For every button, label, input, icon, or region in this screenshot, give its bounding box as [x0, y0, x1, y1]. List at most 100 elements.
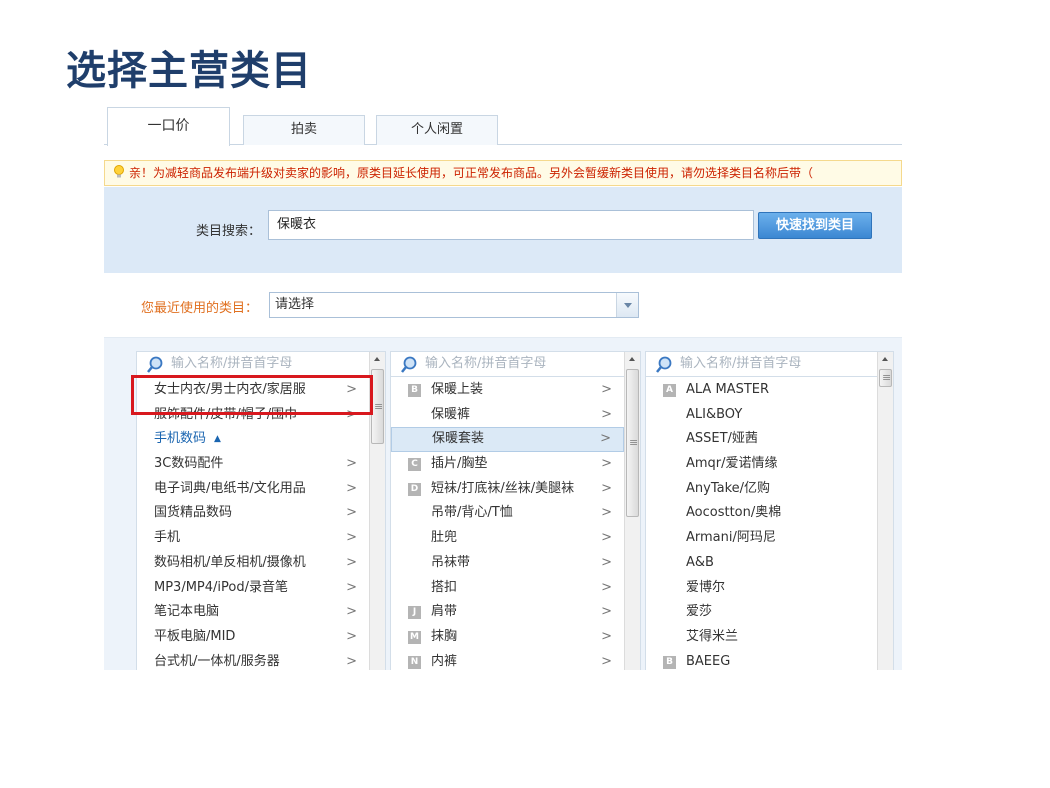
scroll-up-icon[interactable] [625, 352, 640, 367]
highlight-annotation-box [131, 375, 373, 415]
chevron-right-icon: > [600, 431, 611, 447]
list-item[interactable]: 保暖裤 > [391, 403, 624, 428]
chevron-right-icon: > [346, 530, 357, 546]
letter-badge: D [408, 482, 421, 496]
scrollbar-thumb[interactable] [626, 369, 639, 517]
chevron-right-icon: > [601, 480, 612, 496]
lightbulb-icon [114, 165, 124, 178]
list-item[interactable]: Aocostton/奥棉 [646, 501, 877, 526]
letter-badge: A [663, 384, 676, 397]
tab-personal-idle[interactable]: 个人闲置 [376, 115, 498, 145]
list-item[interactable]: 艾得米兰 [646, 625, 877, 650]
list-item[interactable]: A ALA MASTER [646, 378, 877, 403]
chevron-right-icon: > [601, 604, 612, 620]
column-2-filter-input[interactable]: 输入名称/拼音首字母 [391, 352, 624, 377]
notice-text: 亲！为减轻商品发布端升级对卖家的影响，原类目延长使用，可正常发布商品。另外会暂缓… [129, 166, 814, 180]
recent-category-select[interactable]: 请选择 [269, 292, 639, 318]
list-item[interactable]: AnyTake/亿购 [646, 477, 877, 502]
collapse-triangle-icon[interactable]: ▲ [214, 434, 221, 444]
category-column-3: 输入名称/拼音首字母 A ALA MASTER ALI&BOY ASSET/娅茜 … [645, 351, 894, 670]
taobao-category-screenshot: 一口价 拍卖 个人闲置 亲！为减轻商品发布端升级对卖家的影响，原类目延长使用，可… [104, 105, 902, 670]
find-category-button[interactable]: 快速找到类目 [758, 212, 872, 239]
list-item[interactable]: Armani/阿玛尼 [646, 526, 877, 551]
tab-bar: 一口价 拍卖 个人闲置 [104, 105, 902, 146]
list-item[interactable]: D 短袜/打底袜/丝袜/美腿袜 > [391, 477, 624, 502]
list-item[interactable]: ASSET/娅茜 [646, 427, 877, 452]
search-icon [147, 356, 163, 373]
chevron-right-icon: > [346, 653, 357, 669]
letter-badge: B [663, 655, 676, 669]
chevron-right-icon: > [601, 653, 612, 669]
list-item[interactable]: 搭扣 > [391, 576, 624, 601]
list-item[interactable]: 平板电脑/MID > [137, 625, 369, 650]
recent-category-value: 请选择 [275, 297, 315, 312]
chevron-right-icon: > [601, 406, 612, 422]
list-item[interactable]: C 插片/胸垫 > [391, 452, 624, 477]
list-item[interactable]: 吊带/背心/T恤 > [391, 501, 624, 526]
list-item[interactable]: 肚兜 > [391, 526, 624, 551]
list-item[interactable]: 电子词典/电纸书/文化用品 > [137, 477, 369, 502]
search-icon [656, 356, 672, 373]
list-item[interactable]: 爱莎 [646, 600, 877, 625]
letter-badge: J [408, 606, 421, 620]
scroll-down-icon[interactable] [625, 665, 640, 670]
list-item-selected[interactable]: 保暖套装 > [391, 427, 624, 453]
list-item[interactable]: ALI&BOY [646, 403, 877, 428]
list-item[interactable]: B 保暖上装 > [391, 378, 624, 403]
notice-banner: 亲！为减轻商品发布端升级对卖家的影响，原类目延长使用，可正常发布商品。另外会暂缓… [104, 160, 902, 186]
letter-badge: N [408, 655, 421, 669]
column-2-scrollbar[interactable] [624, 352, 640, 670]
chevron-right-icon: > [601, 530, 612, 546]
category-search-label: 类目搜索： [196, 224, 262, 239]
tab-fixed-price[interactable]: 一口价 [107, 107, 230, 146]
list-item[interactable]: 手机 > [137, 526, 369, 551]
chevron-down-icon[interactable] [616, 293, 638, 317]
list-item[interactable]: 笔记本电脑 > [137, 600, 369, 625]
column-1-list: 女士内衣/男士内衣/家居服 > 服饰配件/皮带/帽子/围巾 > 手机数码 ▲ 3C数码… [137, 378, 369, 670]
chevron-right-icon: > [346, 456, 357, 472]
list-item[interactable]: 国货精品数码 > [137, 501, 369, 526]
list-item[interactable]: N 内裤 > [391, 650, 624, 670]
chevron-right-icon: > [601, 456, 612, 472]
scroll-up-icon[interactable] [370, 352, 385, 367]
chevron-right-icon: > [346, 554, 357, 570]
chevron-right-icon: > [601, 628, 612, 644]
chevron-right-icon: > [346, 604, 357, 620]
list-item[interactable]: 爱博尔 [646, 576, 877, 601]
search-icon [401, 356, 417, 373]
list-item[interactable]: 台式机/一体机/服务器 > [137, 650, 369, 670]
column-3-filter-input[interactable]: 输入名称/拼音首字母 [646, 352, 877, 377]
scroll-down-icon[interactable] [878, 665, 893, 670]
chevron-right-icon: > [346, 505, 357, 521]
list-item[interactable]: 数码相机/单反相机/摄像机 > [137, 551, 369, 576]
column-3-scrollbar[interactable] [877, 352, 893, 670]
list-item[interactable]: MP3/MP4/iPod/录音笔 > [137, 576, 369, 601]
letter-badge: B [408, 384, 421, 397]
list-item[interactable]: M 抹胸 > [391, 625, 624, 650]
scroll-down-icon[interactable] [370, 665, 385, 670]
slide-title: 选择主营类目 [66, 48, 312, 94]
chevron-right-icon: > [601, 382, 612, 397]
category-search-band: 类目搜索： 保暖衣 快速找到类目 [104, 187, 902, 273]
scrollbar-thumb[interactable] [879, 369, 892, 387]
list-item[interactable]: Amqr/爱诺情缘 [646, 452, 877, 477]
list-item[interactable]: B BAEEG [646, 650, 877, 670]
letter-badge: C [408, 458, 421, 472]
recent-category-label: 您最近使用的类目： [141, 301, 259, 316]
column-2-list: B 保暖上装 > 保暖裤 > 保暖套装 > C 插片/胸垫 > D 短袜/打底袜/丝袜/美腿袜… [391, 378, 624, 670]
tab-auction[interactable]: 拍卖 [243, 115, 365, 145]
column-3-list: A ALA MASTER ALI&BOY ASSET/娅茜 Amqr/爱诺情缘 A… [646, 378, 877, 670]
chevron-right-icon: > [346, 579, 357, 595]
list-item[interactable]: A&B [646, 551, 877, 576]
list-item[interactable]: 吊袜带 > [391, 551, 624, 576]
scroll-up-icon[interactable] [878, 352, 893, 367]
list-item[interactable]: 3C数码配件 > [137, 452, 369, 477]
list-item[interactable]: J 肩带 > [391, 600, 624, 625]
chevron-right-icon: > [601, 579, 612, 595]
chevron-right-icon: > [346, 480, 357, 496]
column-1-filter-input[interactable]: 输入名称/拼音首字母 [137, 352, 369, 377]
letter-badge: M [408, 630, 421, 644]
list-group-header[interactable]: 手机数码 ▲ [137, 427, 369, 452]
chevron-right-icon: > [601, 554, 612, 570]
category-search-input[interactable]: 保暖衣 [268, 210, 754, 240]
